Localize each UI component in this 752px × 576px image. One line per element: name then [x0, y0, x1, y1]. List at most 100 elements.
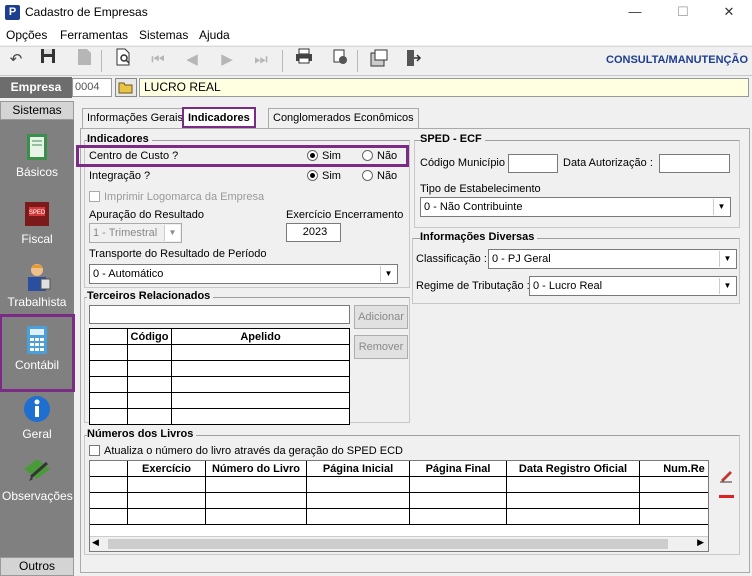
empresa-label: Empresa — [0, 77, 72, 98]
table-header: Página Inicial — [306, 461, 410, 477]
sidebar-item-label: Geral — [22, 427, 52, 441]
save-icon[interactable] — [36, 48, 60, 72]
table-row[interactable] — [89, 392, 350, 409]
livros-table[interactable]: Exercício Número do Livro Página Inicial… — [90, 461, 708, 525]
terceiros-title: Terceiros Relacionados — [87, 290, 214, 302]
apuracao-select: 1 - Trimestral ▼ — [89, 223, 182, 243]
data-autorizacao-field[interactable] — [659, 154, 730, 173]
exit-icon[interactable] — [401, 48, 425, 72]
scroll-thumb[interactable] — [108, 539, 668, 549]
calculator-icon — [27, 326, 47, 354]
table-row[interactable] — [89, 360, 350, 377]
table-header — [89, 328, 128, 345]
sidebar-item-contabil[interactable]: Contábil — [0, 314, 75, 392]
print-config-icon[interactable] — [328, 48, 352, 72]
table-row[interactable] — [90, 476, 708, 493]
scroll-left-icon[interactable]: ◀ — [92, 537, 99, 548]
table-header: Exercício — [127, 461, 206, 477]
open-folder-button[interactable] — [115, 78, 137, 97]
table-row[interactable] — [89, 344, 350, 361]
last-record-icon: ⏭ — [254, 51, 268, 68]
sidebar-item-basicos[interactable]: Básicos — [2, 128, 72, 188]
transporte-select[interactable]: 0 - Automático ▼ — [89, 264, 398, 284]
adicionar-button[interactable]: Adicionar — [354, 305, 408, 329]
sidebar-item-label: Trabalhista — [7, 295, 67, 309]
table-row[interactable] — [89, 408, 350, 425]
terceiros-search-field[interactable] — [89, 305, 350, 324]
tools-icon[interactable] — [367, 48, 391, 72]
sidebar-item-observacoes[interactable]: Observações — [2, 452, 73, 512]
table-row[interactable] — [89, 376, 350, 393]
centro-custo-label: Centro de Custo ? — [89, 150, 179, 162]
close-button[interactable]: ✕ — [706, 0, 752, 25]
empresa-name-field[interactable]: LUCRO REAL — [139, 78, 749, 97]
window-title: Cadastro de Empresas — [25, 5, 148, 19]
app-logo-icon: P — [5, 5, 20, 20]
sidebar-item-fiscal[interactable]: SPED Fiscal — [2, 195, 72, 255]
table-header — [90, 461, 128, 477]
sidebar-header[interactable]: Sistemas — [0, 101, 74, 120]
info-icon — [24, 396, 50, 422]
notes-icon — [24, 459, 50, 481]
indicadores-title: Indicadores — [87, 133, 152, 145]
apuracao-label: Apuração do Resultado — [89, 209, 204, 221]
sidebar-item-label: Fiscal — [21, 232, 53, 246]
centro-custo-sim-radio[interactable]: Sim — [307, 150, 341, 162]
menu-ferramentas[interactable]: Ferramentas — [60, 28, 128, 42]
integracao-label: Integração ? — [89, 170, 151, 182]
tab-indicadores[interactable]: Indicadores — [182, 107, 256, 128]
livros-table-container[interactable]: Exercício Número do Livro Página Inicial… — [89, 460, 709, 552]
menu-sistemas[interactable]: Sistemas — [139, 28, 188, 42]
tab-conglomerados[interactable]: Conglomerados Econômicos — [268, 108, 419, 128]
imprimir-logo-checkbox: Imprimir Logomarca da Empresa — [89, 191, 264, 203]
transporte-label: Transporte do Resultado de Período — [89, 248, 267, 260]
classificacao-select[interactable]: 0 - PJ Geral ▼ — [488, 249, 737, 269]
toolbar-separator — [357, 50, 358, 72]
centro-custo-nao-radio[interactable]: Não — [362, 150, 397, 162]
sidebar-item-label: Observações — [2, 489, 73, 503]
print-icon[interactable] — [292, 48, 316, 72]
sidebar-item-label: Contábil — [14, 358, 60, 372]
table-header: Apelido — [171, 328, 350, 345]
tab-informacoes-gerais[interactable]: Informações Gerais — [82, 108, 188, 128]
terceiros-table[interactable]: Código Apelido — [89, 328, 350, 425]
maximize-button[interactable]: ☐ — [660, 0, 706, 25]
mode-label: CONSULTA/MANUTENÇÃO — [606, 54, 748, 66]
next-record-icon: ▶ — [221, 51, 233, 68]
menu-opcoes[interactable]: Opções — [6, 28, 47, 42]
empresa-code-field[interactable]: 0004 — [72, 78, 112, 97]
tipo-estabelecimento-select[interactable]: 0 - Não Contribuinte ▼ — [420, 197, 731, 217]
edit-pencil-icon[interactable] — [718, 467, 734, 486]
regime-select[interactable]: 0 - Lucro Real ▼ — [529, 276, 737, 296]
exercicio-field[interactable]: 2023 — [286, 223, 341, 242]
scroll-right-icon[interactable]: ▶ — [697, 537, 704, 548]
toolbar-separator — [282, 50, 283, 72]
codigo-municipio-field[interactable] — [508, 154, 558, 173]
integracao-sim-radio[interactable]: Sim — [307, 170, 341, 182]
data-autorizacao-label: Data Autorização : — [563, 157, 653, 169]
sidebar-item-geral[interactable]: Geral — [2, 390, 72, 450]
first-record-icon: ⏮ — [151, 51, 165, 68]
remover-button[interactable]: Remover — [354, 335, 408, 359]
minimize-button[interactable]: — — [612, 0, 658, 25]
delete-doc-icon — [72, 48, 96, 72]
sidebar-item-trabalhista[interactable]: Trabalhista — [2, 258, 72, 318]
classificacao-label: Classificação : — [416, 253, 487, 265]
table-header: Num.Re — [639, 461, 708, 477]
table-header: Número do Livro — [205, 461, 307, 477]
info-diversas-title: Informações Diversas — [420, 231, 538, 243]
integracao-nao-radio[interactable]: Não — [362, 170, 397, 182]
horizontal-scrollbar[interactable]: ◀ ▶ — [90, 536, 708, 551]
table-row[interactable] — [90, 508, 708, 525]
sped-book-icon: SPED — [25, 202, 49, 226]
exercicio-label: Exercício Encerramento — [286, 209, 404, 221]
remove-row-icon[interactable] — [719, 495, 734, 498]
atualiza-livro-checkbox[interactable]: Atualiza o número do livro através da ge… — [89, 445, 403, 457]
menu-ajuda[interactable]: Ajuda — [199, 28, 230, 42]
sidebar-footer[interactable]: Outros — [0, 557, 74, 576]
regime-label: Regime de Tributação : — [416, 280, 530, 292]
undo-icon[interactable]: ↶ — [4, 48, 28, 72]
table-row[interactable] — [90, 492, 708, 509]
search-doc-icon[interactable] — [112, 48, 136, 72]
table-header: Data Registro Oficial — [506, 461, 640, 477]
